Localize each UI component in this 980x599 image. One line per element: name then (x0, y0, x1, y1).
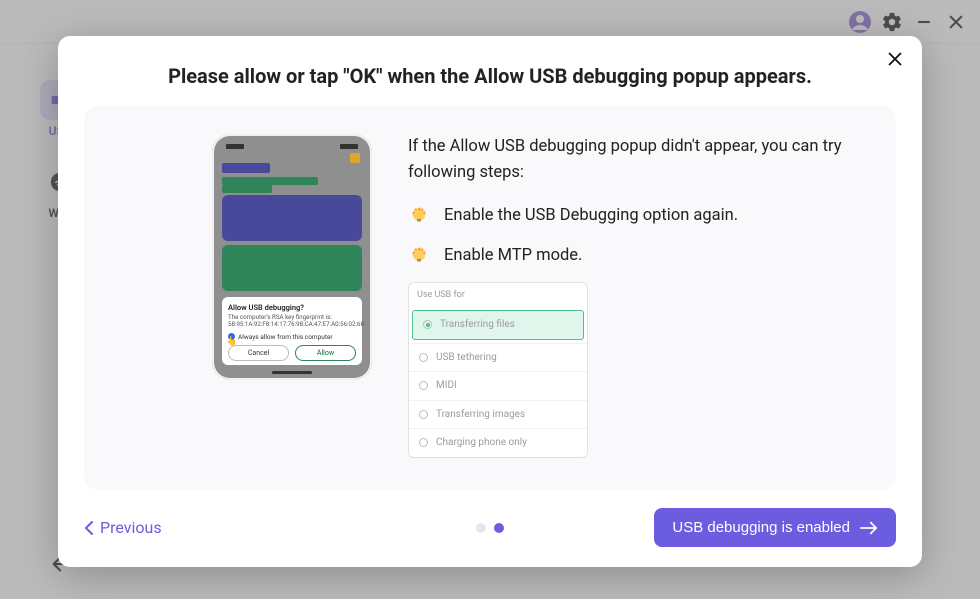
phone-illustration: Allow USB debugging? The computer's RSA … (112, 134, 372, 380)
dialog-heading: Allow USB debugging? (228, 303, 356, 312)
radio-icon (419, 381, 428, 390)
usb-debugging-enabled-button[interactable]: USB debugging is enabled (654, 508, 896, 547)
modal-title: Please allow or tap "OK" when the Allow … (84, 64, 896, 88)
instructions: If the Allow USB debugging popup didn't … (408, 134, 868, 458)
usb-option-midi: MIDI (409, 371, 587, 400)
previous-button[interactable]: Previous (84, 518, 162, 537)
radio-icon (419, 410, 428, 419)
usb-debug-modal: Please allow or tap "OK" when the Allow … (58, 36, 922, 567)
usb-options-header: Use USB for (409, 283, 587, 307)
lightbulb-icon (408, 245, 430, 267)
step-dot-2 (494, 523, 504, 533)
step-dot-1 (476, 523, 486, 533)
step-enable-mtp: Enable MTP mode. (408, 243, 868, 269)
always-allow-label: Always allow from this computer (238, 333, 333, 341)
usb-option-usb-tethering: USB tethering (409, 343, 587, 372)
step-enable-usb-debugging: Enable the USB Debugging option again. (408, 203, 868, 229)
step-indicator (476, 523, 504, 533)
dialog-allow-button: Allow (295, 345, 356, 361)
phone-allow-dialog: Allow USB debugging? The computer's RSA … (222, 297, 362, 365)
usb-option-label: Transferring files (440, 317, 515, 333)
usb-option-label: Transferring images (436, 407, 525, 423)
dialog-fingerprint-value: 58:95:1A:92:F8:14:17:76:98:CA:47:E7:A0:5… (228, 321, 356, 328)
chevron-left-icon (84, 521, 94, 535)
step-text: Enable MTP mode. (444, 243, 582, 269)
dialog-cancel-button: Cancel (228, 345, 289, 361)
radio-icon (423, 320, 432, 329)
usb-option-transferring-images: Transferring images (409, 400, 587, 429)
usb-options-widget: Use USB for Transferring files USB tethe… (408, 282, 588, 457)
lightbulb-icon (408, 205, 430, 227)
next-label: USB debugging is enabled (672, 519, 850, 536)
modal-footer: Previous USB debugging is enabled (84, 508, 896, 547)
intro-text: If the Allow USB debugging popup didn't … (408, 134, 868, 185)
radio-icon (419, 353, 428, 362)
usb-option-label: MIDI (436, 378, 457, 394)
usb-option-charging-only: Charging phone only (409, 428, 587, 457)
arrow-right-icon (860, 521, 878, 535)
close-icon[interactable] (886, 50, 904, 72)
usb-option-label: Charging phone only (436, 435, 527, 451)
content-card: Allow USB debugging? The computer's RSA … (84, 106, 896, 490)
radio-icon (419, 438, 428, 447)
usb-option-transferring-files: Transferring files (412, 310, 584, 340)
usb-option-label: USB tethering (436, 350, 497, 366)
tap-hand-icon: 👆 (226, 337, 237, 347)
previous-label: Previous (100, 518, 162, 537)
step-text: Enable the USB Debugging option again. (444, 203, 738, 229)
